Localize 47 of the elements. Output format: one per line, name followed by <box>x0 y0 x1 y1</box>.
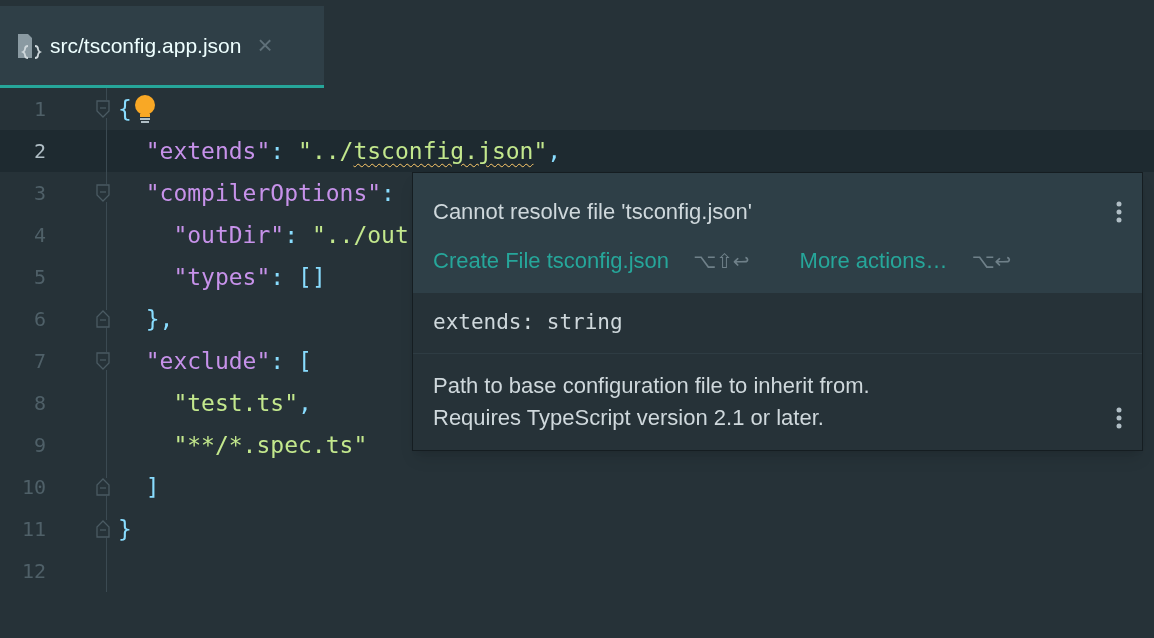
json-punctuation: , <box>159 304 174 334</box>
json-punctuation: , <box>298 388 312 418</box>
json-punctuation: : <box>270 346 286 376</box>
json-punctuation: [ <box>298 346 312 376</box>
json-punctuation: , <box>547 136 562 166</box>
documentation-text: Requires TypeScript version 2.1 or later. <box>433 403 825 432</box>
quick-fix-link[interactable]: More actions… <box>799 244 948 277</box>
editor-tab[interactable]: src/tsconfig.app.json × <box>0 6 324 88</box>
json-key: "extends" <box>118 133 271 169</box>
fold-marker-icon[interactable] <box>96 352 110 370</box>
json-punctuation: } <box>118 514 132 544</box>
json-string: "**/*.spec.ts" <box>172 430 368 460</box>
fold-marker-icon[interactable] <box>96 184 110 202</box>
json-punctuation: [] <box>298 262 326 292</box>
json-string: "test.ts" <box>172 388 298 418</box>
json-punctuation: : <box>270 262 286 292</box>
fold-end-marker-icon[interactable] <box>96 478 110 496</box>
fold-marker-icon[interactable] <box>96 100 110 118</box>
json-string: tsconfig.json <box>353 136 534 166</box>
json-key: "exclude" <box>118 343 271 379</box>
json-key: "compilerOptions" <box>118 175 382 211</box>
close-tab-button[interactable]: × <box>257 26 273 65</box>
more-options-icon[interactable] <box>1116 405 1122 430</box>
json-punctuation: { <box>118 94 132 124</box>
json-string: " <box>533 136 548 166</box>
json-string: "../ <box>298 136 354 166</box>
quick-fix-link[interactable]: Create File tsconfig.json <box>433 244 669 277</box>
error-message: Cannot resolve file 'tsconfig.json' <box>433 198 752 226</box>
lightbulb-icon[interactable] <box>133 94 156 124</box>
json-file-icon <box>16 31 42 60</box>
shortcut-hint: ⌥⇧↩ <box>693 247 750 275</box>
shortcut-hint: ⌥↩ <box>971 247 1012 275</box>
line-number: 2 <box>32 138 46 165</box>
fold-end-marker-icon[interactable] <box>96 310 110 328</box>
fold-end-marker-icon[interactable] <box>96 520 110 538</box>
json-punctuation: : <box>284 220 300 250</box>
json-key: "types" <box>118 259 271 295</box>
more-options-icon[interactable] <box>1116 199 1122 224</box>
tab-title: src/tsconfig.app.json <box>50 32 242 59</box>
type-signature: extends: string <box>433 310 623 334</box>
json-punctuation: : <box>270 136 286 166</box>
json-key: "outDir" <box>118 217 285 253</box>
json-punctuation: } <box>144 304 160 334</box>
json-string: "../out <box>311 220 409 250</box>
json-punctuation: : <box>381 178 395 208</box>
documentation-text: Path to base configuration file to inherit from. <box>433 371 870 400</box>
json-punctuation: ] <box>144 472 160 502</box>
